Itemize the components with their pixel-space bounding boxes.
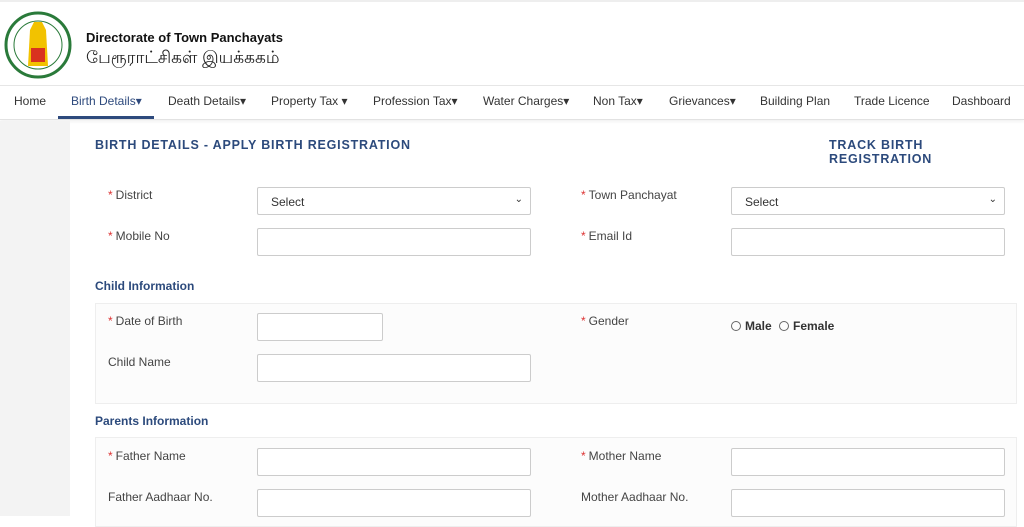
father-aadhaar-input[interactable] [257, 489, 531, 517]
father-name-input[interactable] [257, 448, 531, 476]
mother-aadhaar-label: Mother Aadhaar No. [581, 490, 689, 504]
mobile-label: * Mobile No [108, 229, 170, 243]
chevron-down-icon: ⌄ [514, 194, 523, 205]
site-title: Directorate of Town Panchayats [86, 30, 283, 45]
father-name-label: * Father Name [108, 449, 186, 463]
child-name-label: Child Name [108, 355, 171, 369]
radio-icon [779, 321, 789, 331]
left-sidebar [0, 121, 70, 516]
page-heading: BIRTH DETAILS - APPLY BIRTH REGISTRATION [95, 138, 411, 152]
tamil-nadu-emblem-logo [4, 11, 72, 79]
nav-home[interactable]: Home [14, 94, 46, 108]
mother-name-label: * Mother Name [581, 449, 662, 463]
gender-male-radio[interactable]: Male [731, 319, 772, 333]
father-aadhaar-label: Father Aadhaar No. [108, 490, 213, 504]
site-title-tamil: பேரூராட்சிகள் இயக்ககம் [86, 48, 280, 67]
email-input[interactable] [731, 228, 1005, 256]
site-header: Directorate of Town Panchayats பேரூராட்ச… [0, 0, 1024, 86]
nav-property-tax[interactable]: Property Tax ▾ [271, 94, 348, 108]
child-information-panel [95, 303, 1017, 404]
nav-birth-details[interactable]: Birth Details▾ [71, 94, 142, 108]
nav-non-tax[interactable]: Non Tax▾ [593, 94, 643, 108]
town-panchayat-label: * Town Panchayat [581, 188, 677, 202]
nav-building-plan[interactable]: Building Plan [760, 94, 830, 108]
mobile-input[interactable] [257, 228, 531, 256]
nav-profession-tax[interactable]: Profession Tax▾ [373, 94, 458, 108]
child-information-heading: Child Information [95, 279, 195, 293]
track-birth-registration-link[interactable]: TRACK BIRTH REGISTRATION [829, 138, 1024, 166]
radio-icon [731, 321, 741, 331]
district-select[interactable]: Select ⌄ [257, 187, 531, 215]
child-name-input[interactable] [257, 354, 531, 382]
town-panchayat-select[interactable]: Select ⌄ [731, 187, 1005, 215]
chevron-down-icon: ⌄ [988, 194, 997, 205]
parents-information-heading: Parents Information [95, 414, 209, 428]
gender-female-radio[interactable]: Female [779, 319, 834, 333]
nav-grievances[interactable]: Grievances▾ [669, 94, 736, 108]
dob-input[interactable] [257, 313, 383, 341]
email-label: * Email Id [581, 229, 633, 243]
nav-trade-licence[interactable]: Trade Licence [854, 94, 930, 108]
nav-dashboard[interactable]: Dashboard [952, 94, 1011, 108]
nav-death-details[interactable]: Death Details▾ [168, 94, 246, 108]
mother-name-input[interactable] [731, 448, 1005, 476]
nav-water-charges[interactable]: Water Charges▾ [483, 94, 569, 108]
main-nav: Home Birth Details▾ Death Details▾ Prope… [0, 86, 1024, 120]
dob-label: * Date of Birth [108, 314, 183, 328]
gender-label: * Gender [581, 314, 629, 328]
mother-aadhaar-input[interactable] [731, 489, 1005, 517]
district-label: * District [108, 188, 153, 202]
active-tab-indicator [58, 116, 154, 119]
